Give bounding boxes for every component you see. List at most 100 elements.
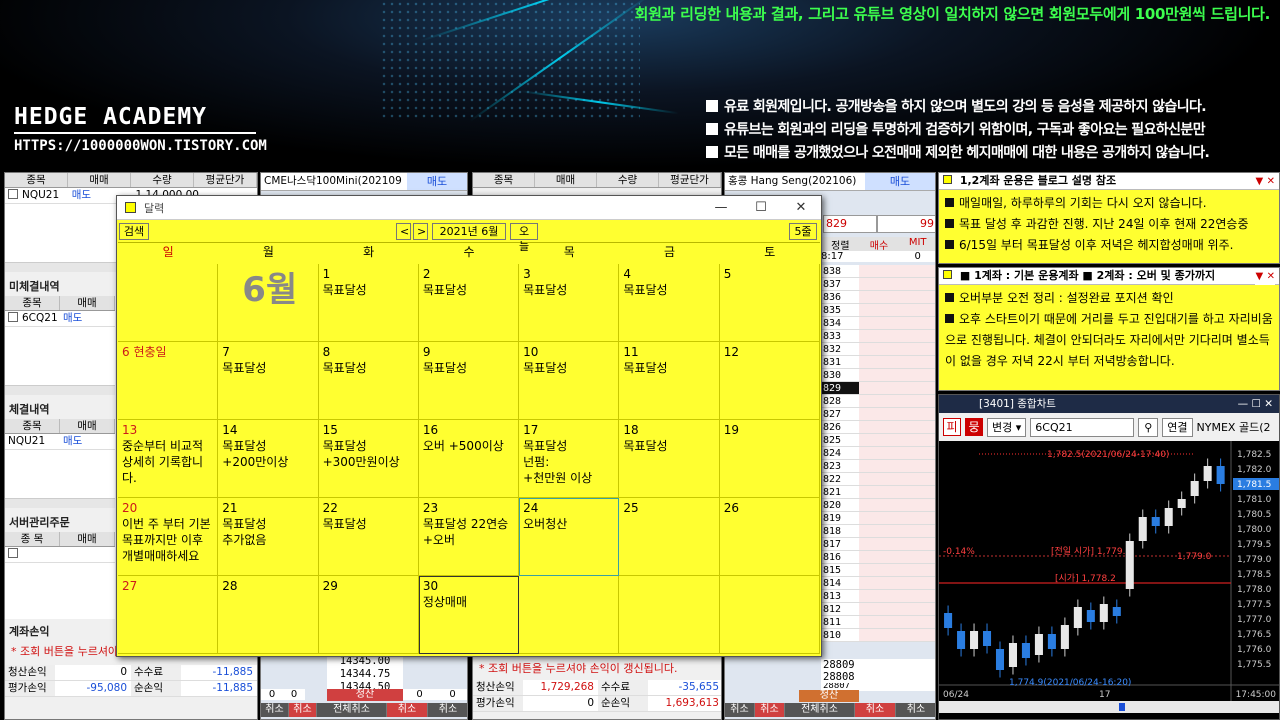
mit-cell[interactable] bbox=[898, 304, 935, 316]
ladder-price[interactable]: 820 bbox=[821, 499, 859, 511]
candle-body[interactable] bbox=[1021, 643, 1030, 658]
calendar-day-cell[interactable]: 24 오버청산 bbox=[519, 498, 620, 576]
buy-cell[interactable] bbox=[859, 304, 898, 316]
col-symbol[interactable]: 종목 bbox=[5, 173, 68, 187]
candle-body[interactable] bbox=[1125, 541, 1134, 589]
ladder-price[interactable]: 833 bbox=[821, 330, 859, 342]
buy-cell[interactable] bbox=[859, 356, 898, 368]
ladder-price[interactable]: 835 bbox=[821, 304, 859, 316]
symbol-input[interactable]: 6CQ21 bbox=[1030, 417, 1135, 437]
cancel-button[interactable]: 취소 bbox=[387, 703, 428, 717]
chart-scrollbar[interactable] bbox=[939, 701, 1279, 713]
window-controls-icon[interactable]: — ☐ ✕ bbox=[1238, 395, 1273, 413]
ladder-price[interactable]: 831 bbox=[821, 356, 859, 368]
sell-tab[interactable]: 매도 bbox=[407, 173, 467, 190]
ladder-row[interactable]: 832 bbox=[821, 343, 935, 356]
calendar-day-cell[interactable]: 4 목표달성 bbox=[619, 264, 720, 342]
ladder-row[interactable]: 838 bbox=[821, 265, 935, 278]
candle-body[interactable] bbox=[1177, 499, 1186, 508]
candle-body[interactable] bbox=[982, 631, 992, 646]
ladder-price[interactable]: 824 bbox=[821, 447, 859, 459]
ladder-row[interactable]: 816 bbox=[821, 551, 935, 564]
cancel-button[interactable]: 취소 bbox=[725, 703, 755, 717]
chart-mode-button[interactable]: 뭉 bbox=[965, 418, 983, 436]
ladder-price[interactable]: 836 bbox=[821, 291, 859, 303]
cancel-all-button[interactable]: 전체취소 bbox=[785, 703, 855, 717]
calendar-day-cell[interactable] bbox=[619, 576, 720, 654]
calendar-day-cell[interactable]: 26 bbox=[719, 498, 820, 576]
buy-cell[interactable] bbox=[859, 525, 898, 537]
candle-body[interactable] bbox=[1073, 607, 1082, 628]
ladder-price[interactable]: 822 bbox=[821, 473, 859, 485]
note-titlebar[interactable]: ■ 1계좌 : 기본 운용계좌 ■ 2계좌 : 오버 및 종가까지 ▼ ✕ bbox=[939, 268, 1279, 285]
ladder-price[interactable]: 829 bbox=[821, 382, 859, 394]
cancel-button[interactable]: 취소 bbox=[755, 703, 785, 717]
calendar-day-cell[interactable]: 3 목표달성 bbox=[519, 264, 620, 342]
minimize-icon[interactable]: — bbox=[701, 200, 741, 215]
buy-cell[interactable] bbox=[859, 512, 898, 524]
mit-cell[interactable] bbox=[898, 265, 935, 277]
buy-cell[interactable] bbox=[859, 473, 898, 485]
ladder-price[interactable]: 813 bbox=[821, 590, 859, 602]
cancel-button[interactable]: 취소 bbox=[289, 703, 317, 717]
calendar-day-cell[interactable]: 17 목표달성 넌펌: +천만원 이상 bbox=[519, 420, 620, 498]
buy-cell[interactable] bbox=[859, 330, 898, 342]
ladder-row[interactable]: 827 bbox=[821, 408, 935, 421]
calendar-day-cell[interactable]: 22 목표달성 bbox=[318, 498, 419, 576]
candle-body[interactable] bbox=[1034, 634, 1043, 655]
ladder-row[interactable]: 819 bbox=[821, 512, 935, 525]
buy-cell[interactable] bbox=[859, 577, 898, 589]
rows-button[interactable]: 5줄 bbox=[789, 223, 817, 240]
mit-cell[interactable] bbox=[898, 603, 935, 615]
ladder-row[interactable]: 836 bbox=[821, 291, 935, 304]
mit-cell[interactable] bbox=[898, 616, 935, 628]
candle-body[interactable] bbox=[1138, 517, 1147, 541]
candle-body[interactable] bbox=[944, 613, 953, 628]
candle-body[interactable] bbox=[970, 631, 979, 649]
buy-cell[interactable] bbox=[859, 382, 898, 394]
calendar-day-cell[interactable]: 14 목표달성 +200만이상 bbox=[218, 420, 319, 498]
ladder-price[interactable]: 828 bbox=[821, 395, 859, 407]
calendar-day-cell[interactable]: 20 이번 주 부터 기본 목표까지만 이후 개별매매하세요 bbox=[118, 498, 219, 576]
mit-cell[interactable] bbox=[898, 330, 935, 342]
calendar-day-cell[interactable]: 25 bbox=[619, 498, 720, 576]
mit-cell[interactable] bbox=[898, 460, 935, 472]
buy-cell[interactable] bbox=[859, 603, 898, 615]
mit-cell[interactable] bbox=[898, 629, 935, 641]
calendar-day-cell[interactable]: 15 목표달성 +300만원이상 bbox=[318, 420, 419, 498]
ladder-price[interactable]: 837 bbox=[821, 278, 859, 290]
buy-cell[interactable] bbox=[859, 486, 898, 498]
ladder-row[interactable]: 821 bbox=[821, 486, 935, 499]
mit-cell[interactable] bbox=[898, 317, 935, 329]
ladder-price[interactable]: 814 bbox=[821, 577, 859, 589]
product-title[interactable]: 홍콩 Hang Seng(202106) bbox=[725, 173, 865, 190]
mit-cell[interactable] bbox=[898, 473, 935, 485]
search-button[interactable]: 검색 bbox=[119, 223, 149, 240]
ladder-row[interactable]: 820 bbox=[821, 499, 935, 512]
buy-cell[interactable] bbox=[859, 291, 898, 303]
price-cell[interactable]: 28808 bbox=[821, 671, 935, 683]
ladder-row[interactable]: 826 bbox=[821, 421, 935, 434]
ladder-row[interactable]: 833 bbox=[821, 330, 935, 343]
mit-cell[interactable] bbox=[898, 486, 935, 498]
candle-body[interactable] bbox=[1047, 634, 1056, 649]
ladder-row[interactable]: 837 bbox=[821, 278, 935, 291]
ladder-price[interactable]: 815 bbox=[821, 564, 859, 576]
ladder-row[interactable]: 812 bbox=[821, 603, 935, 616]
ladder-price[interactable]: 830 bbox=[821, 369, 859, 381]
buy-cell[interactable] bbox=[859, 317, 898, 329]
mit-cell[interactable] bbox=[898, 564, 935, 576]
cancel-button[interactable]: 취소 bbox=[855, 703, 896, 717]
calendar-day-cell[interactable]: 19 bbox=[719, 420, 820, 498]
ladder-price[interactable]: 817 bbox=[821, 538, 859, 550]
calendar-day-cell[interactable]: 7 목표달성 bbox=[218, 342, 319, 420]
ladder-price[interactable]: 834 bbox=[821, 317, 859, 329]
calendar-day-cell[interactable]: 28 bbox=[218, 576, 319, 654]
candle-body[interactable] bbox=[1216, 466, 1225, 484]
calendar-titlebar[interactable]: 달력 — ☐ ✕ bbox=[117, 196, 821, 220]
candle-body[interactable] bbox=[1060, 625, 1069, 649]
row-checkbox[interactable] bbox=[8, 312, 18, 322]
link-button[interactable]: 연결 bbox=[1162, 417, 1193, 437]
candle-body[interactable] bbox=[1164, 508, 1173, 526]
ladder-price[interactable]: 832 bbox=[821, 343, 859, 355]
